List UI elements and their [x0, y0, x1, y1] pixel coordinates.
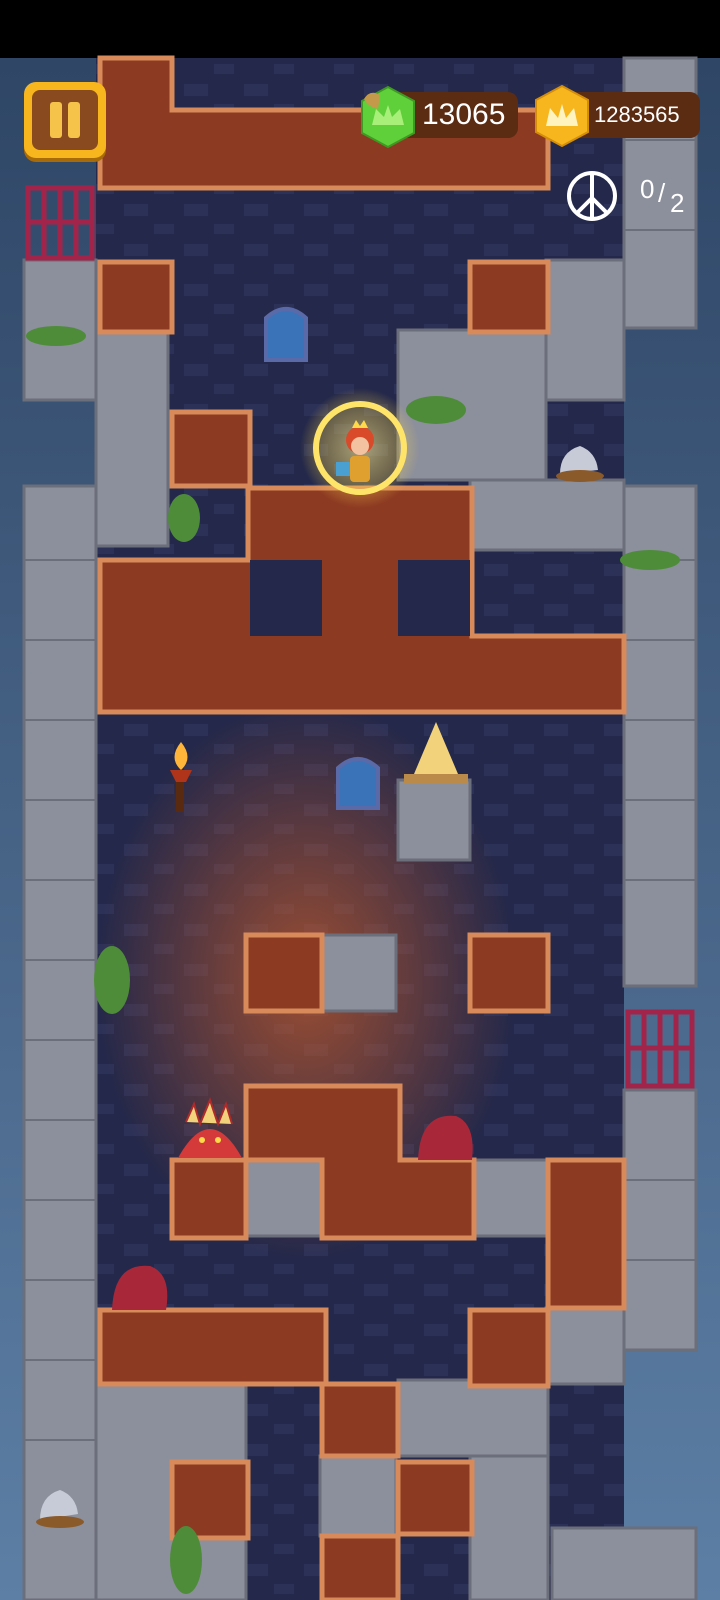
peace-counter: 0 / 2	[638, 172, 708, 222]
pause-icon	[32, 90, 98, 150]
tower-level-scene	[0, 0, 720, 1600]
game-screen: 13065 1283565 0 / 2	[0, 0, 720, 1600]
green-crown-shield-icon	[361, 85, 415, 149]
peace-slash: /	[658, 178, 666, 208]
peace-current: 0	[640, 174, 655, 204]
peace-total: 2	[670, 188, 685, 218]
score-value: 13065	[422, 98, 506, 131]
gold-crown-coin-icon	[535, 84, 589, 148]
coin-value: 1283565	[594, 102, 680, 127]
peace-symbol-icon	[567, 171, 617, 221]
pause-button[interactable]	[24, 82, 106, 158]
